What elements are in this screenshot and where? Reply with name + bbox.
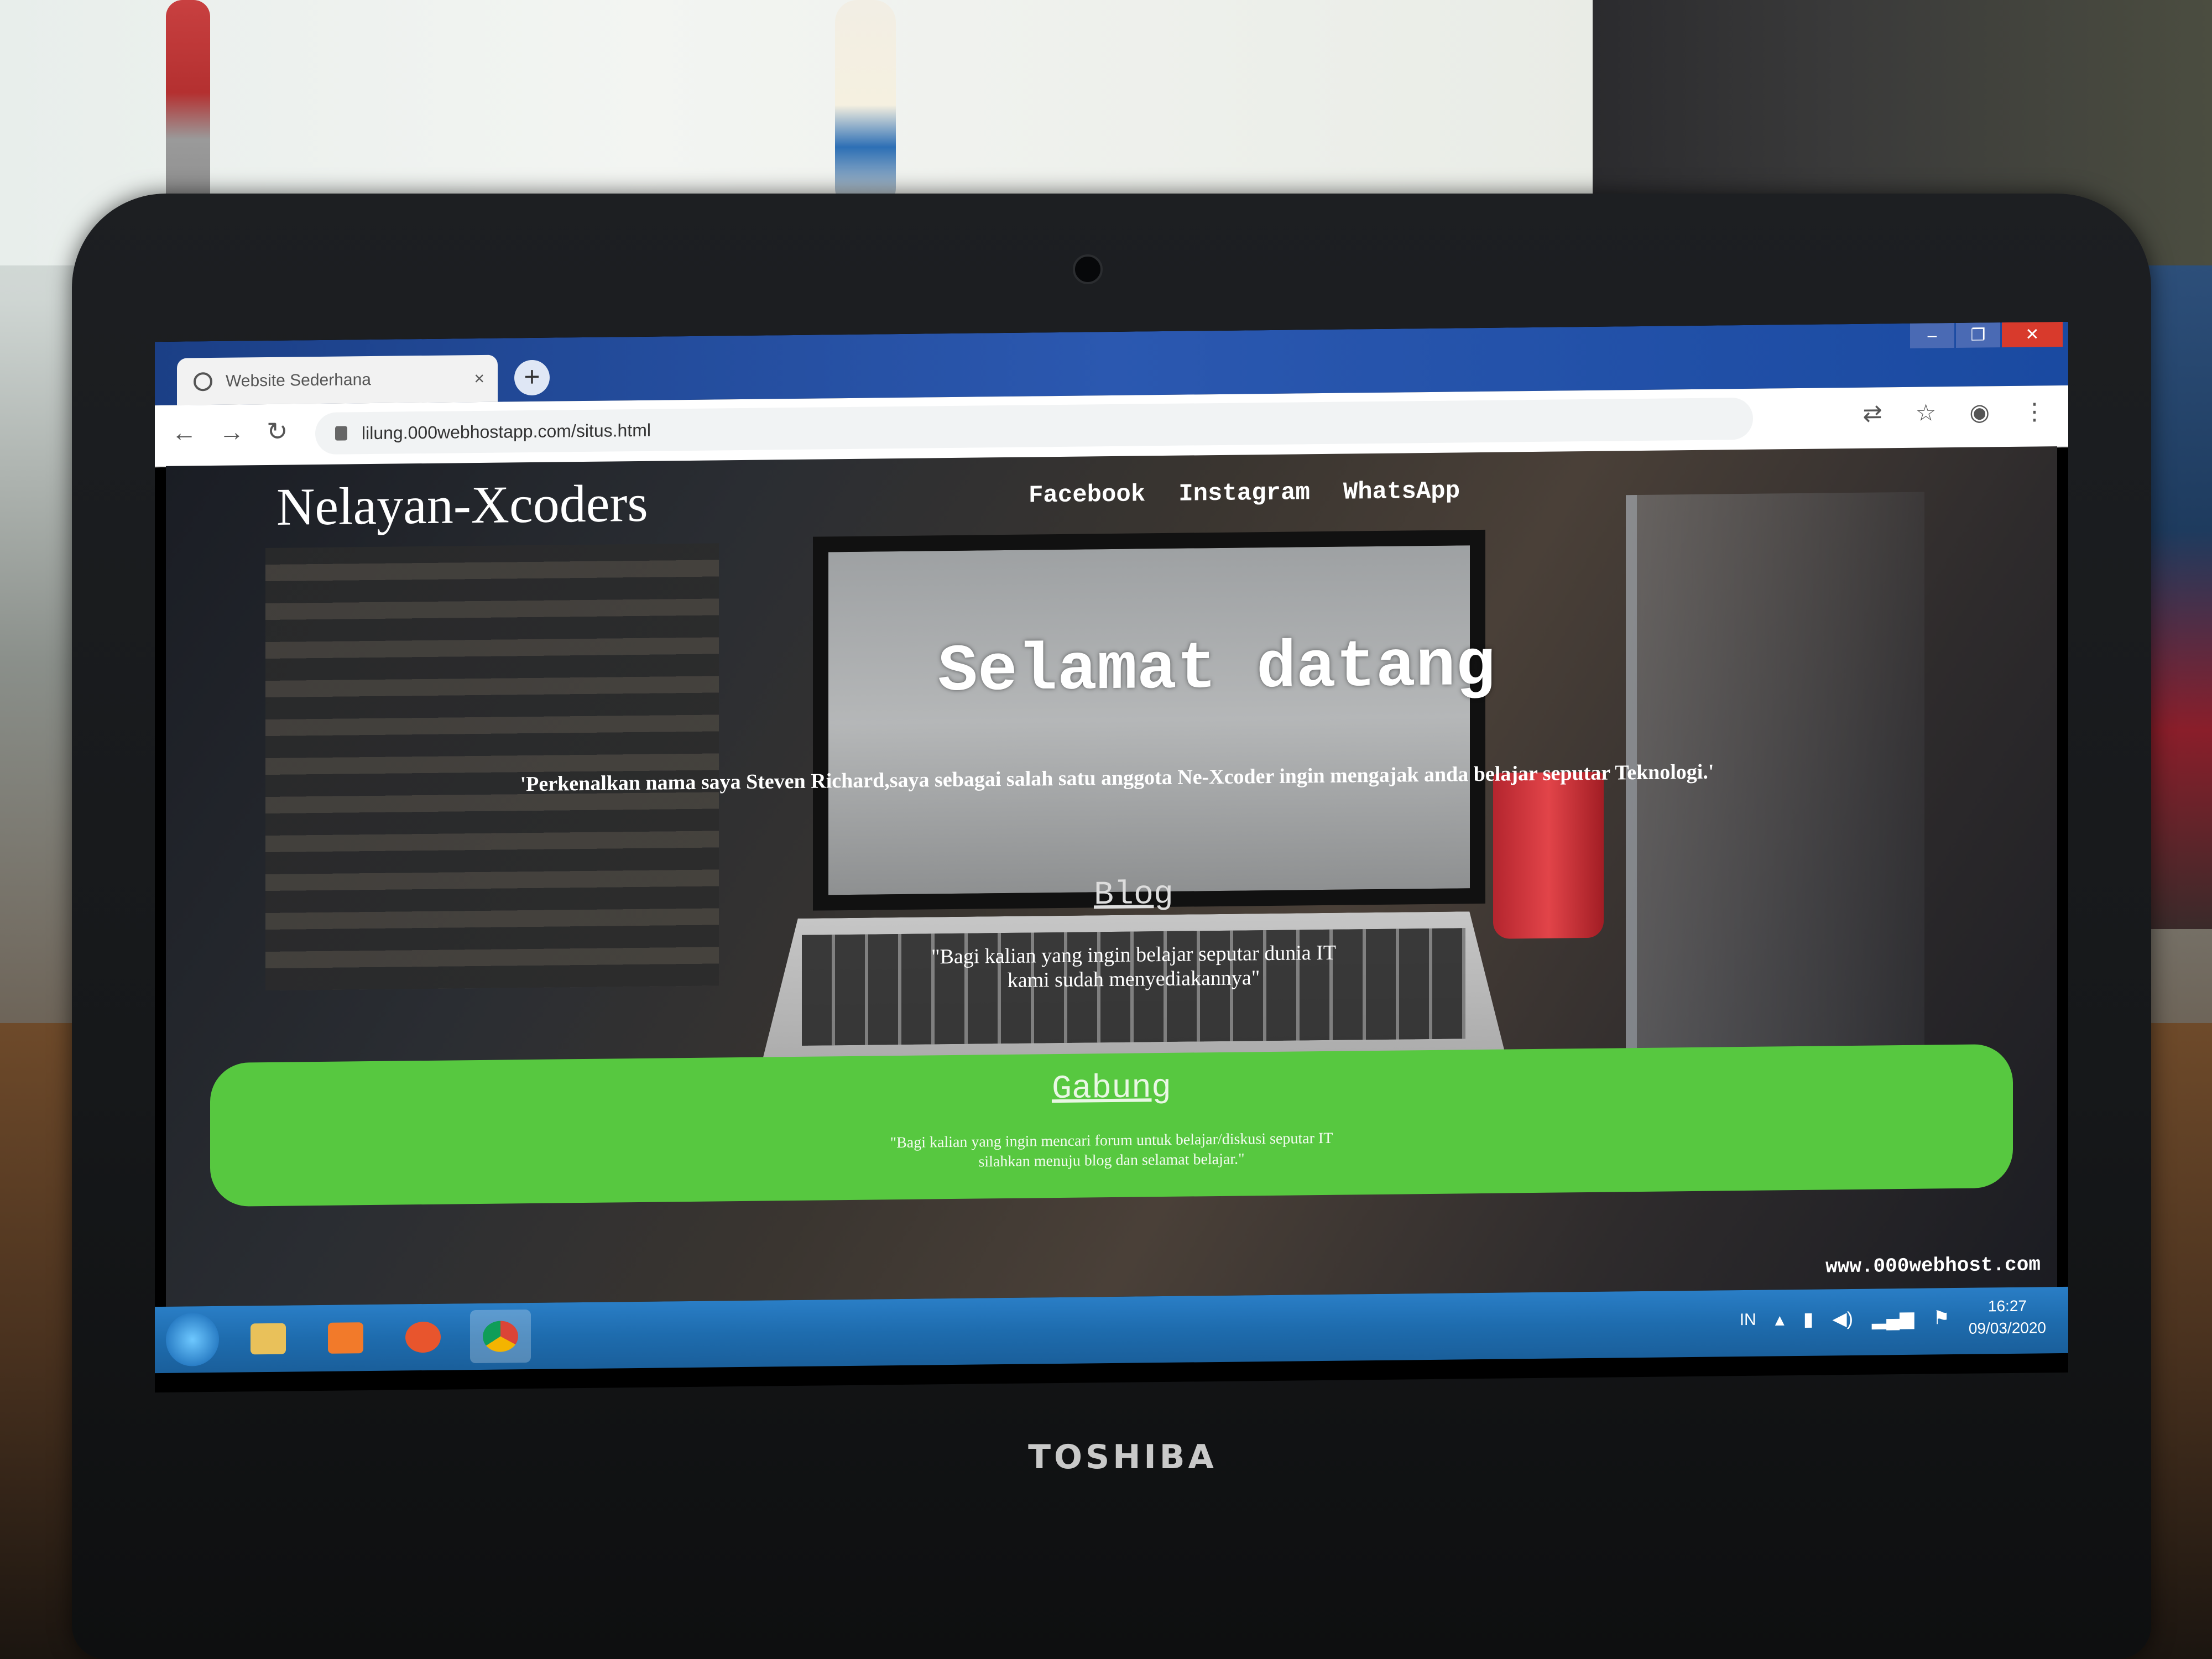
translate-icon[interactable]: ⇄ (1863, 399, 1882, 426)
tab-close-icon[interactable]: × (474, 368, 484, 389)
address-bar[interactable]: lilung.000webhostapp.com/situs.html (315, 397, 1753, 455)
nav-instagram-link[interactable]: Instagram (1178, 479, 1310, 508)
background-photo-laptop-screen (813, 529, 1485, 911)
restore-button[interactable]: ❐ (1956, 322, 2000, 348)
blog-link[interactable]: Blog (774, 873, 1493, 918)
close-window-button[interactable]: ✕ (2002, 321, 2063, 348)
explorer-icon[interactable] (238, 1312, 299, 1365)
clock-time: 16:27 (1987, 1297, 2027, 1315)
join-link[interactable]: Gabung (210, 1061, 2013, 1117)
background-photo-blinds (265, 543, 719, 991)
clock-date: 09/03/2020 (1968, 1319, 2046, 1337)
toolbar-icons: ⇄ ☆ ◉ ⋮ (1863, 398, 2046, 426)
new-tab-button[interactable]: + (514, 359, 550, 396)
nav-whatsapp-link[interactable]: WhatsApp (1343, 477, 1460, 506)
clock[interactable]: 16:27 09/03/2020 (1969, 1295, 2046, 1339)
blog-description: "Bagi kalian yang ingin belajar seputar … (774, 939, 1493, 995)
battery-icon[interactable]: ▮ (1803, 1308, 1814, 1331)
site-logo[interactable]: Nelayan-Xcoders (276, 472, 648, 538)
hero-title: Selamat datang (937, 629, 1496, 711)
flag-icon[interactable]: ⚑ (1933, 1307, 1949, 1329)
laptop-brand-logo: TOSHIBA (1028, 1438, 1217, 1477)
lock-icon (335, 426, 347, 441)
background-photo-cup (1493, 771, 1604, 939)
firefox-icon[interactable] (393, 1310, 453, 1364)
laptop-screen: Website Sederhana × + – ❐ ✕ ← → ↻ lilung… (155, 321, 2068, 1393)
window-controls: – ❐ ✕ (1908, 321, 2063, 348)
system-tray: IN ▴ ▮ ◀) ▂▄▆ ⚑ 16:27 09/03/2020 (1740, 1295, 2046, 1342)
join-section: Gabung "Bagi kalian yang ingin mencari f… (210, 1044, 2013, 1207)
chrome-icon[interactable] (470, 1309, 531, 1364)
language-indicator[interactable]: IN (1740, 1311, 1756, 1329)
laptop: Website Sederhana × + – ❐ ✕ ← → ↻ lilung… (72, 194, 2151, 1659)
taskbar-apps (238, 1309, 531, 1366)
join-description: "Bagi kalian yang ingin mencari forum un… (780, 1128, 1443, 1175)
menu-icon[interactable]: ⋮ (2023, 398, 2046, 425)
globe-icon (194, 372, 212, 391)
forward-icon[interactable]: → (219, 416, 244, 446)
web-page: Nelayan-Xcoders Facebook Instagram Whats… (166, 446, 2057, 1307)
minimize-button[interactable]: – (1910, 323, 1954, 348)
browser-tab[interactable]: Website Sederhana × (177, 354, 498, 405)
start-button[interactable] (166, 1312, 219, 1366)
volume-icon[interactable]: ◀) (1833, 1308, 1853, 1330)
bottle (835, 0, 896, 210)
cloth (2146, 265, 2212, 929)
nav-buttons: ← → ↻ (171, 416, 288, 447)
back-icon[interactable]: ← (171, 417, 197, 447)
tab-title: Website Sederhana (226, 370, 371, 390)
tray-expand-icon[interactable]: ▴ (1775, 1308, 1785, 1331)
star-icon[interactable]: ☆ (1916, 399, 1937, 426)
reload-icon[interactable]: ↻ (267, 416, 288, 446)
profile-icon[interactable]: ◉ (1969, 398, 1990, 425)
site-nav: Facebook Instagram WhatsApp (1029, 477, 1460, 509)
network-icon[interactable]: ▂▄▆ (1872, 1307, 1914, 1330)
nav-facebook-link[interactable]: Facebook (1029, 481, 1145, 509)
url-text: lilung.000webhostapp.com/situs.html (362, 420, 651, 443)
webcam (1073, 254, 1103, 284)
media-player-icon[interactable] (315, 1311, 376, 1365)
host-badge-link[interactable]: www.000webhost.com (1825, 1253, 2041, 1278)
